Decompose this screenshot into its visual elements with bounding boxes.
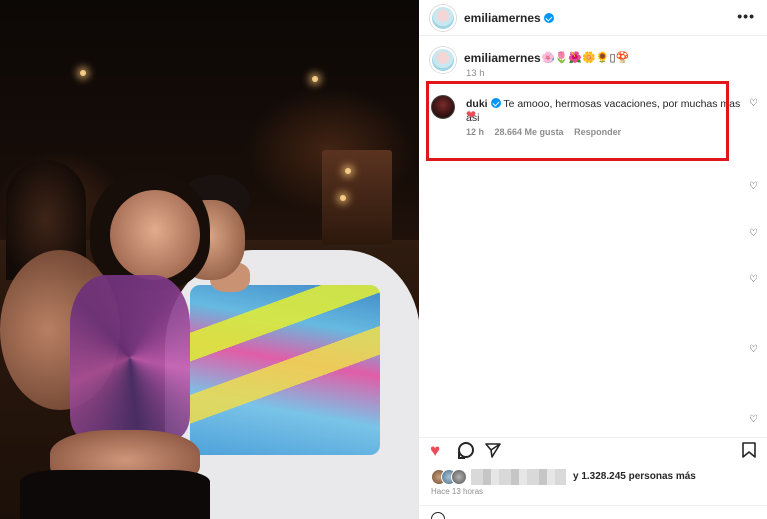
post-side-panel: emiliamernes ••• emiliamernes 🌸🌷🌺🌼🌻▯🍄 13…: [419, 0, 767, 519]
likes-summary[interactable]: y 1.328.245 personas más: [431, 467, 761, 487]
photo-light: [312, 76, 318, 82]
caption-emojis: 🌸🌷🌺🌼🌻▯🍄: [541, 52, 630, 64]
caption-author-avatar[interactable]: [430, 47, 456, 73]
caption-author-name[interactable]: emiliamernes: [464, 51, 541, 65]
post-header: emiliamernes •••: [419, 0, 767, 36]
photo-shelf: [322, 150, 392, 245]
bookmark-icon[interactable]: [742, 442, 756, 461]
comment-like-icon[interactable]: ♡: [749, 98, 758, 109]
caption-time[interactable]: 13 h: [466, 68, 485, 79]
photo-woman-shorts: [20, 470, 210, 519]
heart-filled-icon[interactable]: ♥: [430, 442, 440, 459]
blurred-liker-names: [471, 469, 566, 485]
photo-light: [340, 195, 346, 201]
verified-badge-icon: [543, 13, 554, 23]
photo-light: [345, 168, 351, 174]
comment-bubble-icon[interactable]: [458, 442, 474, 459]
author-name[interactable]: emiliamernes: [464, 11, 541, 25]
post-photo[interactable]: [0, 0, 419, 519]
liker-avatar[interactable]: [451, 469, 467, 485]
post-timestamp: Hace 13 horas: [431, 487, 484, 496]
photo-woman-top: [70, 275, 190, 440]
photo-shirt-print: [190, 285, 380, 455]
comment-like-icon[interactable]: ♡: [749, 228, 758, 239]
likes-count-text[interactable]: y 1.328.245 personas más: [573, 471, 696, 482]
comment-like-icon[interactable]: ♡: [749, 344, 758, 355]
comment-highlight-box: [426, 81, 729, 161]
comment-like-icon[interactable]: ♡: [749, 181, 758, 192]
photo-woman-face: [110, 190, 200, 280]
more-options-icon[interactable]: •••: [737, 8, 755, 24]
author-avatar[interactable]: [430, 5, 456, 31]
paper-plane-icon[interactable]: [485, 442, 501, 461]
author-username[interactable]: emiliamernes: [464, 11, 554, 25]
emoji-icon[interactable]: [431, 512, 445, 519]
comment-like-icon[interactable]: ♡: [749, 274, 758, 285]
comment-like-icon[interactable]: ♡: [749, 414, 758, 425]
divider: [419, 505, 767, 506]
post-actions: ♥: [419, 437, 767, 463]
photo-light: [80, 70, 86, 76]
